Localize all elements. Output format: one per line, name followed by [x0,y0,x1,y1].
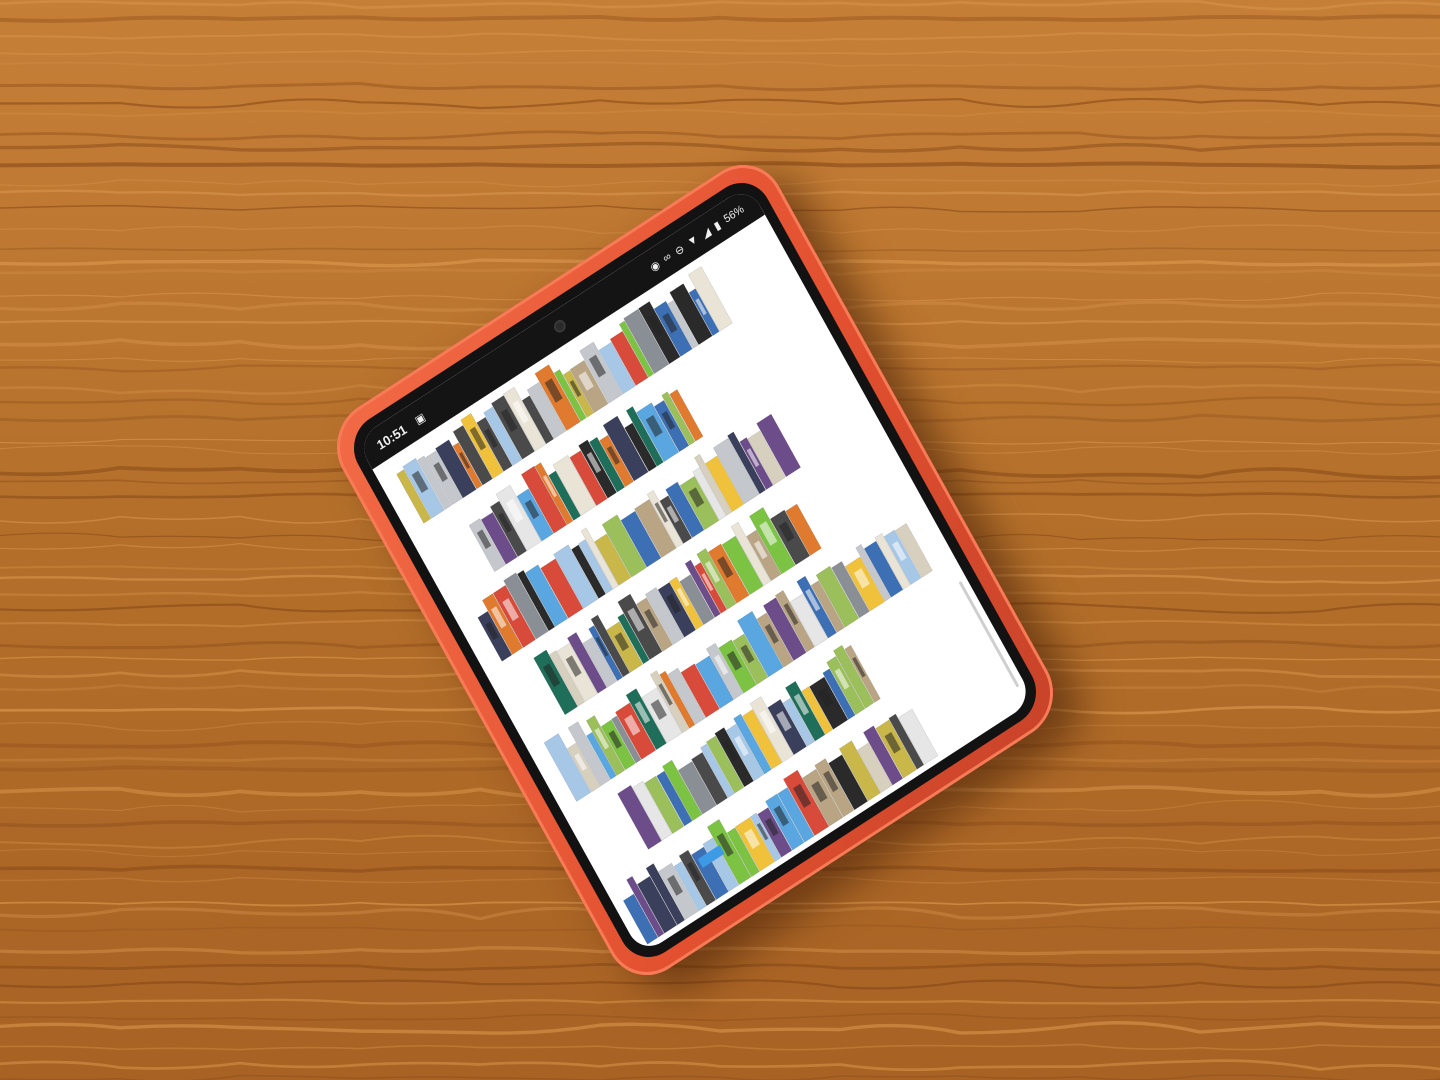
dnd-icon: ⊖ [672,242,687,259]
signal-icon: ◢ [699,225,713,241]
wifi-icon: ▼ [685,232,701,250]
battery-icon: ▮ [711,218,723,233]
vibrate-icon: ∞ [661,250,674,266]
notification-icon: ▣ [412,410,428,427]
battery-percent: 56% [721,203,747,226]
photo-scene: 10:51 ▣ ◉ ∞ ⊖ ▼ ◢ ▮ 56% [0,0,1440,1080]
alarm-icon: ◉ [648,258,663,275]
